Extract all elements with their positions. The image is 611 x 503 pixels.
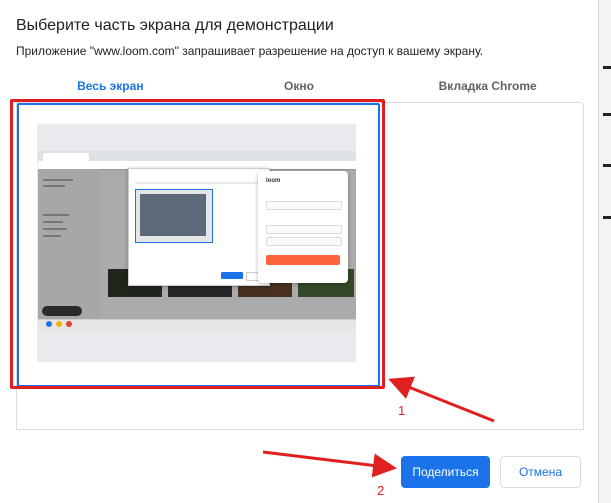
annotation-number-1: 1	[398, 403, 406, 418]
annotation-highlight-box	[10, 99, 385, 389]
share-button[interactable]: Поделиться	[401, 456, 490, 488]
tab-window[interactable]: Окно	[205, 72, 394, 102]
cancel-button[interactable]: Отмена	[500, 456, 581, 488]
dialog-subtitle: Приложение "www.loom.com" запрашивает ра…	[16, 44, 484, 58]
tab-chrome-tab[interactable]: Вкладка Chrome	[393, 72, 582, 102]
dialog-title: Выберите часть экрана для демонстрации	[16, 17, 334, 34]
background-window-edge	[598, 0, 611, 503]
tab-entire-screen[interactable]: Весь экран	[16, 72, 205, 102]
annotation-number-2: 2	[377, 483, 385, 498]
